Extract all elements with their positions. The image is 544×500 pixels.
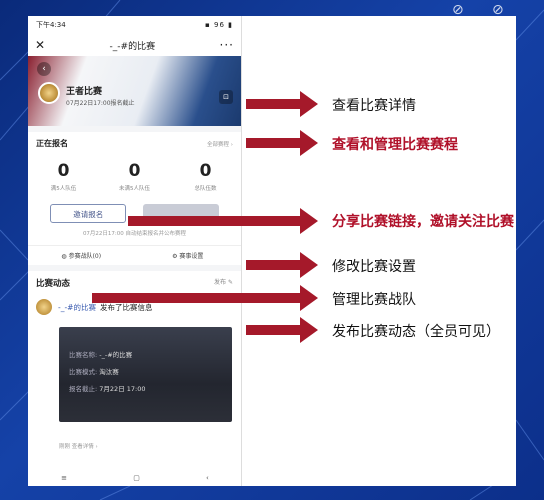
- arrow-schedule: [246, 130, 318, 156]
- annotation-schedule: 查看和管理比赛赛程: [332, 137, 458, 153]
- arrow-share: [128, 208, 318, 234]
- annotation-details: 查看比赛详情: [332, 98, 416, 114]
- annotation-settings: 修改比赛设置: [332, 259, 416, 275]
- annotation-teams: 管理比赛战队: [332, 292, 416, 308]
- arrow-teams: [92, 285, 318, 311]
- arrow-publish: [246, 317, 318, 343]
- arrow-details: [246, 91, 318, 117]
- annotation-publish: 发布比赛动态（全员可见）: [332, 324, 500, 340]
- arrow-settings: [246, 252, 318, 278]
- annotation-share: 分享比赛链接，邀请关注比赛: [332, 214, 514, 230]
- annotation-arrows: [92, 91, 318, 343]
